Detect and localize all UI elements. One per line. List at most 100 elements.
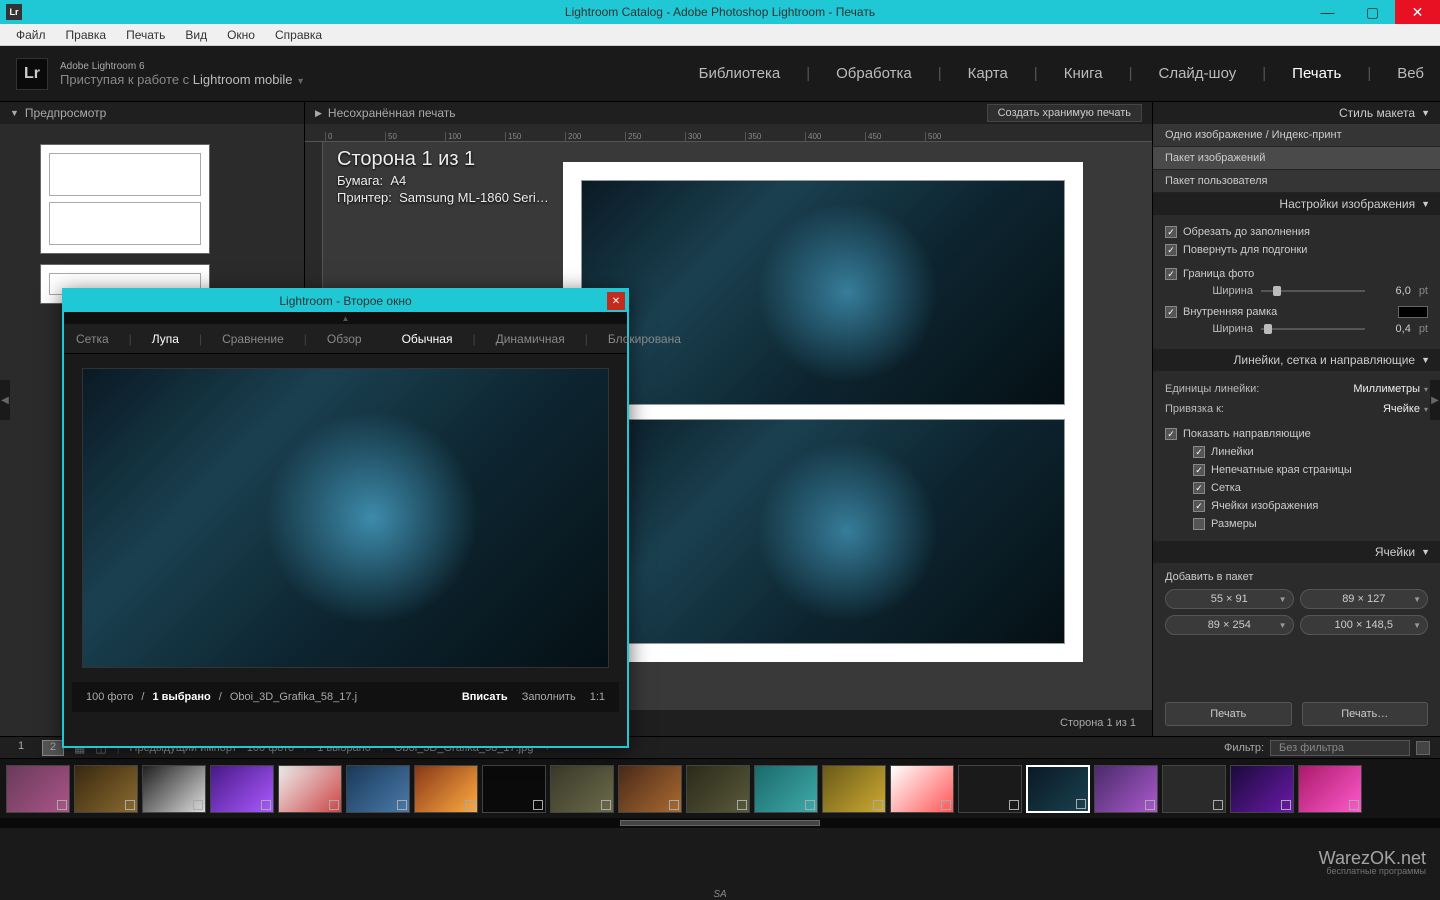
menu-view[interactable]: Вид [175, 26, 217, 44]
thumbnail[interactable] [278, 765, 342, 813]
module-print[interactable]: Печать [1292, 65, 1341, 82]
checkbox-guide-bleed[interactable] [1193, 464, 1205, 476]
guides-header[interactable]: Линейки, сетка и направляющие▼ [1153, 349, 1440, 371]
checkbox-crop-fill[interactable] [1165, 226, 1177, 238]
menu-print[interactable]: Печать [116, 26, 175, 44]
inner-stroke-color[interactable] [1398, 306, 1428, 318]
thumbnail[interactable] [1094, 765, 1158, 813]
maximize-button[interactable]: ▢ [1350, 0, 1395, 24]
module-map[interactable]: Карта [968, 65, 1008, 82]
menu-help[interactable]: Справка [265, 26, 332, 44]
filmstrip-scrollbar[interactable] [0, 818, 1440, 828]
tab-loupe[interactable]: Лупа [152, 332, 179, 346]
menu-file[interactable]: Файл [6, 26, 56, 44]
thumbnail[interactable] [550, 765, 614, 813]
brand-tagline[interactable]: Приступая к работе с Lightroom mobile ▼ [60, 72, 305, 87]
filter-lock-icon[interactable] [1416, 741, 1430, 755]
create-saved-print-button[interactable]: Создать хранимую печать [987, 104, 1142, 122]
style-custom[interactable]: Пакет пользователя [1153, 170, 1440, 193]
preview-panel-header[interactable]: ▼Предпросмотр [0, 102, 304, 124]
preview-page-1[interactable] [40, 144, 210, 254]
tab-locked[interactable]: Блокирована [608, 332, 681, 346]
thumbnail[interactable] [1298, 765, 1362, 813]
zoom-fill[interactable]: Заполнить [522, 691, 576, 703]
photo-cell-1[interactable] [581, 180, 1065, 405]
thumbnail[interactable] [1230, 765, 1294, 813]
module-develop[interactable]: Обработка [836, 65, 912, 82]
thumbnail-selected[interactable] [1026, 765, 1090, 813]
checkbox-guide-grid[interactable] [1193, 482, 1205, 494]
close-button[interactable]: ✕ [1395, 0, 1440, 24]
right-panel-toggle[interactable]: ▶ [1430, 380, 1440, 420]
thumbnail[interactable] [482, 765, 546, 813]
thumbnail[interactable] [1162, 765, 1226, 813]
image-settings-header[interactable]: Настройки изображения▼ [1153, 193, 1440, 215]
checkbox-inner-stroke[interactable] [1165, 306, 1177, 318]
left-panel-toggle[interactable]: ◀ [0, 380, 10, 420]
thumbnail[interactable] [6, 765, 70, 813]
center-toolbar: ▶ Несохранённая печать Создать хранимую … [305, 102, 1152, 124]
menu-edit[interactable]: Правка [56, 26, 117, 44]
filmstrip[interactable] [0, 758, 1440, 818]
border-width-slider[interactable] [1261, 290, 1365, 292]
module-book[interactable]: Книга [1064, 65, 1103, 82]
cell-size-button[interactable]: 100 × 148,5▼ [1300, 615, 1429, 635]
thumbnail[interactable] [346, 765, 410, 813]
photo-cell-2[interactable] [581, 419, 1065, 644]
cell-size-button[interactable]: 55 × 91▼ [1165, 589, 1294, 609]
tab-grid[interactable]: Сетка [76, 332, 109, 346]
thumbnail[interactable] [958, 765, 1022, 813]
thumbnail[interactable] [142, 765, 206, 813]
checkbox-guide-cells[interactable] [1193, 500, 1205, 512]
checkbox-show-guides[interactable] [1165, 428, 1177, 440]
snap-to-select[interactable]: Ячейке▾ [1383, 403, 1428, 415]
filter-label: Фильтр: [1224, 742, 1264, 754]
footer-mark: SA [713, 889, 726, 900]
thumbnail[interactable] [74, 765, 138, 813]
thumbnail[interactable] [754, 765, 818, 813]
thumbnail[interactable] [686, 765, 750, 813]
tab-normal[interactable]: Обычная [402, 332, 453, 346]
thumbnail[interactable] [822, 765, 886, 813]
secondary-loupe-image[interactable] [82, 368, 609, 668]
module-web[interactable]: Веб [1397, 65, 1424, 82]
module-slideshow[interactable]: Слайд-шоу [1159, 65, 1237, 82]
thumbnail[interactable] [618, 765, 682, 813]
cell-size-button[interactable]: 89 × 254▼ [1165, 615, 1294, 635]
layout-style-header[interactable]: Стиль макета▼ [1153, 102, 1440, 124]
module-library[interactable]: Библиотека [699, 65, 781, 82]
secondary-statusbar: 100 фото/ 1 выбрано/ Oboi_3D_Grafika_58_… [72, 682, 619, 712]
thumbnail[interactable] [210, 765, 274, 813]
menu-window[interactable]: Окно [217, 26, 265, 44]
cell-size-button[interactable]: 89 × 127▼ [1300, 589, 1429, 609]
checkbox-photo-border[interactable] [1165, 268, 1177, 280]
checkbox-guide-rulers[interactable] [1193, 446, 1205, 458]
print-button[interactable]: Печать… [1302, 702, 1429, 726]
app-icon: Lr [6, 4, 22, 20]
checkbox-guide-dimensions[interactable] [1193, 518, 1205, 530]
app-header: Lr Adobe Lightroom 6 Приступая к работе … [0, 46, 1440, 102]
print-one-button[interactable]: Печать [1165, 702, 1292, 726]
thumbnail[interactable] [414, 765, 478, 813]
triangle-down-icon: ▼ [1421, 355, 1430, 365]
zoom-1-1[interactable]: 1:1 [590, 691, 605, 703]
thumbnail[interactable] [890, 765, 954, 813]
secondary-window-titlebar[interactable]: Lightroom - Второе окно ✕ [64, 290, 627, 312]
tab-compare[interactable]: Сравнение [222, 332, 284, 346]
ruler-units-select[interactable]: Миллиметры▾ [1353, 383, 1428, 395]
page-overlay-info: Сторона 1 из 1 Бумага: A4 Принтер: Samsu… [337, 148, 549, 205]
style-single[interactable]: Одно изображение / Индекс-принт [1153, 124, 1440, 147]
secondary-close-button[interactable]: ✕ [607, 292, 625, 310]
tab-live[interactable]: Динамичная [496, 332, 565, 346]
monitor-1-button[interactable]: 1 [10, 740, 32, 756]
minimize-button[interactable]: — [1305, 0, 1350, 24]
collapse-handle-icon[interactable]: ▲ [64, 312, 627, 324]
zoom-fit[interactable]: Вписать [462, 691, 508, 703]
style-package[interactable]: Пакет изображений [1153, 147, 1440, 170]
monitor-2-button[interactable]: 2 [42, 740, 64, 756]
inner-width-slider[interactable] [1261, 328, 1365, 330]
filter-select[interactable]: Без фильтра [1270, 740, 1410, 756]
tab-survey[interactable]: Обзор [327, 332, 362, 346]
cells-header[interactable]: Ячейки▼ [1153, 541, 1440, 563]
checkbox-rotate-fit[interactable] [1165, 244, 1177, 256]
